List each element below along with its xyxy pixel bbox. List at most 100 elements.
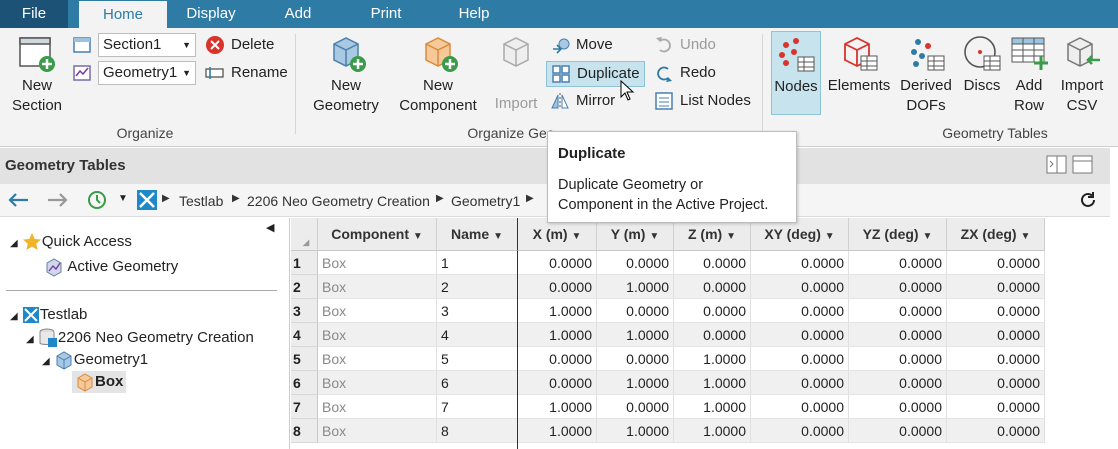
tab-home[interactable]: Home [79, 0, 167, 28]
table-cell[interactable]: 0.0000 [674, 299, 751, 323]
table-cell[interactable]: 0.0000 [849, 323, 947, 347]
table-cell[interactable]: 0.0000 [947, 251, 1045, 275]
table-cell[interactable]: 0.0000 [947, 395, 1045, 419]
table-cell[interactable]: 1.0000 [597, 275, 674, 299]
table-cell[interactable]: Box [318, 419, 437, 443]
table-cell[interactable]: 0.0000 [597, 347, 674, 371]
table-cell[interactable]: 1.0000 [674, 371, 751, 395]
row-number[interactable]: 3 [291, 299, 318, 323]
collapse-tree-icon[interactable]: ◀ [266, 221, 274, 234]
refresh-icon[interactable] [1078, 190, 1098, 210]
table-cell[interactable]: 2 [437, 275, 518, 299]
table-cell[interactable]: 7 [437, 395, 518, 419]
new-component-button[interactable]: New Component [396, 34, 480, 116]
row-number[interactable]: 1 [291, 251, 318, 275]
table-cell[interactable]: Box [318, 347, 437, 371]
table-cell[interactable]: 3 [437, 299, 518, 323]
table-cell[interactable]: 0.0000 [674, 275, 751, 299]
table-cell[interactable]: 0.0000 [518, 275, 597, 299]
table-cell[interactable]: Box [318, 395, 437, 419]
discs-button[interactable]: Discs [958, 34, 1006, 96]
table-cell[interactable]: 0.0000 [947, 323, 1045, 347]
tree-item-project[interactable]: ◢ 2206 Neo Geometry Creation [26, 328, 254, 348]
table-cell[interactable]: 0.0000 [849, 251, 947, 275]
new-geometry-button[interactable]: New Geometry [310, 34, 382, 116]
tree-item-box[interactable]: Box [72, 371, 127, 393]
undo-button[interactable]: Undo [654, 33, 716, 57]
table-cell[interactable]: 1 [437, 251, 518, 275]
column-header-yz[interactable]: YZ (deg) ▼ [849, 218, 947, 251]
tree-item-geometry1[interactable]: ◢ Geometry1 [42, 350, 148, 370]
nodes-button[interactable]: Nodes [771, 31, 821, 115]
table-cell[interactable]: 0.0000 [947, 419, 1045, 443]
row-number[interactable]: 6 [291, 371, 318, 395]
move-button[interactable]: Move [550, 33, 613, 57]
column-header-zx[interactable]: ZX (deg) ▼ [947, 218, 1045, 251]
table-cell[interactable]: 8 [437, 419, 518, 443]
tab-display[interactable]: Display [172, 0, 250, 28]
list-nodes-button[interactable]: List Nodes [654, 89, 751, 113]
table-cell[interactable]: 0.0000 [751, 275, 849, 299]
table-cell[interactable]: 1.0000 [518, 323, 597, 347]
breadcrumb-item[interactable]: Testlab [179, 193, 223, 209]
geometry-combo[interactable]: Geometry1 ▼ [98, 61, 196, 85]
table-cell[interactable]: 0.0000 [849, 275, 947, 299]
tab-print[interactable]: Print [355, 0, 417, 28]
import-csv-button[interactable]: Import CSV [1056, 34, 1108, 116]
table-cell[interactable]: 0.0000 [751, 251, 849, 275]
history-dropdown-icon[interactable]: ▼ [118, 193, 128, 204]
toggle-panel-icon[interactable] [1046, 155, 1068, 175]
tree-item-active-geometry[interactable]: Active Geometry [44, 257, 178, 277]
table-cell[interactable]: 1.0000 [518, 299, 597, 323]
table-cell[interactable]: 0.0000 [751, 323, 849, 347]
row-number[interactable]: 4 [291, 323, 318, 347]
table-cell[interactable]: 0.0000 [849, 371, 947, 395]
row-number[interactable]: 8 [291, 419, 318, 443]
table-cell[interactable]: 4 [437, 323, 518, 347]
section-combo[interactable]: Section1 ▼ [98, 33, 196, 57]
table-cell[interactable]: 0.0000 [947, 275, 1045, 299]
table-cell[interactable]: 1.0000 [597, 323, 674, 347]
table-cell[interactable]: Box [318, 251, 437, 275]
column-header-name[interactable]: Name ▼ [437, 218, 518, 251]
tree-item-quick-access[interactable]: ◢ Quick Access [10, 232, 132, 252]
table-cell[interactable]: Box [318, 275, 437, 299]
table-cell[interactable]: Box [318, 323, 437, 347]
table-cell[interactable]: 0.0000 [518, 371, 597, 395]
table-cell[interactable]: 0.0000 [674, 323, 751, 347]
table-cell[interactable]: 0.0000 [597, 395, 674, 419]
table-cell[interactable]: Box [318, 299, 437, 323]
table-corner[interactable]: ◢ [291, 218, 318, 251]
breadcrumb-item[interactable]: Geometry1 [451, 193, 520, 209]
table-cell[interactable]: 0.0000 [947, 299, 1045, 323]
table-cell[interactable]: 0.0000 [947, 371, 1045, 395]
layout-panel-icon[interactable] [1072, 155, 1094, 175]
tab-file[interactable]: File [0, 0, 68, 28]
delete-button[interactable]: Delete [205, 33, 274, 57]
table-cell[interactable]: 0.0000 [849, 347, 947, 371]
redo-button[interactable]: Redo [654, 61, 716, 85]
table-cell[interactable]: 0.0000 [597, 299, 674, 323]
table-cell[interactable]: 1.0000 [518, 395, 597, 419]
rename-button[interactable]: Rename [205, 61, 288, 85]
mirror-button[interactable]: Mirror [550, 89, 615, 113]
import-button[interactable]: Import [490, 34, 542, 114]
table-cell[interactable]: 5 [437, 347, 518, 371]
table-cell[interactable]: 0.0000 [597, 251, 674, 275]
table-cell[interactable]: 1.0000 [674, 395, 751, 419]
table-cell[interactable]: 0.0000 [751, 347, 849, 371]
add-row-button[interactable]: Add Row [1006, 34, 1052, 116]
column-header-component[interactable]: Component ▼ [318, 218, 437, 251]
table-cell[interactable]: 1.0000 [597, 371, 674, 395]
table-cell[interactable]: 0.0000 [849, 419, 947, 443]
table-cell[interactable]: 1.0000 [597, 419, 674, 443]
table-cell[interactable]: 0.0000 [751, 419, 849, 443]
table-cell[interactable]: 0.0000 [751, 395, 849, 419]
table-cell[interactable]: 0.0000 [674, 251, 751, 275]
testlab-icon[interactable] [136, 189, 158, 211]
table-cell[interactable]: 6 [437, 371, 518, 395]
table-cell[interactable]: Box [318, 371, 437, 395]
table-cell[interactable]: 0.0000 [751, 371, 849, 395]
table-cell[interactable]: 0.0000 [849, 395, 947, 419]
table-cell[interactable]: 0.0000 [518, 347, 597, 371]
